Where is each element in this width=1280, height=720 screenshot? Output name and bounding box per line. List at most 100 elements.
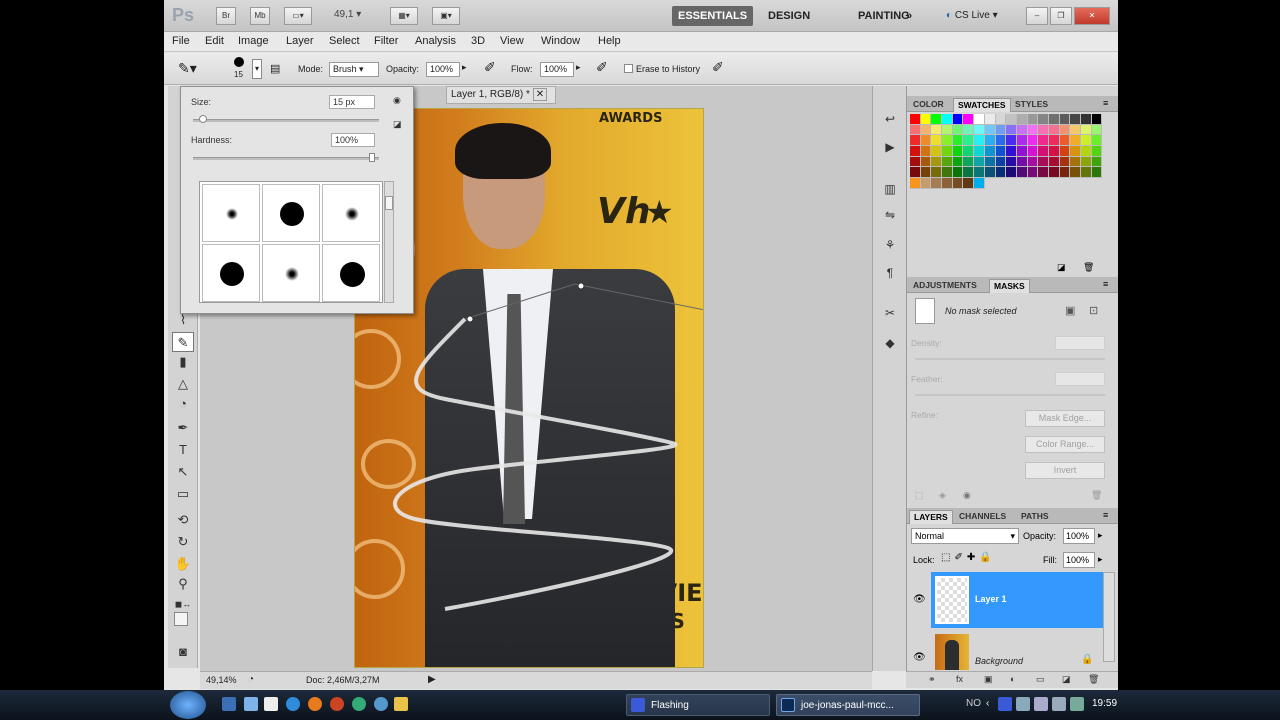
flow-field[interactable]: 100% — [540, 62, 574, 77]
menu-filter[interactable]: Filter — [374, 35, 398, 47]
color-swatch[interactable] — [1091, 135, 1103, 147]
tab-masks[interactable]: MASKS — [989, 279, 1030, 293]
color-swatch[interactable] — [952, 156, 964, 168]
brush-presets-icon[interactable]: ▥ — [881, 180, 899, 198]
preset-soft-large[interactable] — [262, 244, 320, 302]
3d-orbit-tool-icon[interactable]: ↻ — [172, 532, 194, 552]
actions-icon[interactable]: ▶ — [881, 138, 899, 156]
color-swatch[interactable] — [1016, 167, 1028, 179]
menu-3d[interactable]: 3D — [471, 35, 485, 47]
color-swatch[interactable] — [1016, 135, 1028, 147]
tab-layers[interactable]: LAYERS — [909, 510, 953, 524]
color-swatch[interactable] — [1038, 167, 1049, 179]
preset-soft-medium[interactable] — [322, 184, 380, 242]
fill-dropdown-icon[interactable]: ▸ — [1098, 554, 1103, 565]
color-swatch[interactable] — [963, 178, 975, 189]
color-swatch[interactable] — [1006, 114, 1017, 125]
color-swatch[interactable] — [910, 156, 921, 168]
feather-slider[interactable] — [915, 394, 1105, 396]
color-swatch[interactable] — [1059, 135, 1071, 147]
color-swatch[interactable] — [920, 167, 932, 179]
brush-picker-toggle[interactable]: ▾ — [252, 59, 262, 79]
scrollbar-thumb[interactable] — [385, 196, 393, 210]
color-swatch[interactable] — [1081, 156, 1092, 168]
preset-scrollbar[interactable] — [384, 181, 394, 303]
color-swatch[interactable] — [974, 114, 985, 125]
color-swatch[interactable] — [1048, 114, 1060, 125]
tray-app-icon[interactable] — [998, 697, 1012, 711]
view-extras-icon[interactable]: ▭▾ — [284, 7, 312, 25]
color-swatch[interactable] — [1081, 146, 1092, 157]
start-button-icon[interactable] — [170, 691, 206, 719]
color-swatch[interactable] — [995, 156, 1007, 168]
quick-mask-icon[interactable]: ◙ — [172, 642, 194, 662]
zoom-status[interactable]: 49,14% — [206, 675, 237, 685]
preset-soft-small[interactable] — [202, 184, 260, 242]
color-swatch[interactable] — [1070, 135, 1081, 147]
color-swatch[interactable] — [1027, 114, 1039, 125]
preset-hard-large[interactable] — [202, 244, 260, 302]
path-selection-tool-icon[interactable]: ↖ — [172, 462, 194, 482]
color-swatch[interactable] — [1038, 124, 1049, 136]
color-swatch[interactable] — [1006, 156, 1017, 168]
color-swatch[interactable] — [952, 178, 964, 189]
tray-display-icon[interactable] — [1034, 697, 1048, 711]
density-field[interactable] — [1055, 336, 1105, 350]
add-mask-icon[interactable]: ▣ — [984, 674, 993, 685]
firefox-icon[interactable] — [308, 697, 322, 711]
tray-expand-icon[interactable]: ‹ — [986, 698, 989, 709]
history-icon[interactable]: ↩ — [881, 110, 899, 128]
type-tool-icon[interactable]: T — [172, 440, 194, 460]
pressure-opacity-icon[interactable]: ✐ — [484, 59, 496, 76]
color-swatch[interactable] — [984, 146, 996, 157]
color-swatch[interactable] — [1070, 124, 1081, 136]
color-swatch[interactable] — [1048, 167, 1060, 179]
taskbar-item-photoshop[interactable]: joe-jonas-paul-mcc... — [776, 694, 920, 716]
color-swatch[interactable] — [1091, 156, 1103, 168]
color-swatch[interactable] — [963, 146, 975, 157]
airbrush-icon[interactable]: ✐ — [596, 59, 608, 76]
color-swatch[interactable] — [963, 114, 975, 125]
panel-menu-icon[interactable]: ≡ — [1103, 279, 1108, 289]
foreground-color-swatch[interactable] — [174, 612, 188, 626]
color-swatch[interactable] — [1081, 135, 1092, 147]
menu-help[interactable]: Help — [598, 35, 621, 47]
feather-field[interactable] — [1055, 372, 1105, 386]
clock[interactable]: 19:59 — [1092, 698, 1117, 709]
layer-visibility-eye-icon[interactable]: 👁 — [913, 594, 926, 605]
color-swatch[interactable] — [931, 167, 943, 179]
color-swatch[interactable] — [984, 114, 996, 125]
color-range-button[interactable]: Color Range... — [1025, 436, 1105, 453]
color-swatch[interactable] — [931, 156, 943, 168]
menu-image[interactable]: Image — [238, 35, 269, 47]
close-button[interactable]: ✕ — [1074, 7, 1110, 25]
color-swatch[interactable] — [984, 135, 996, 147]
add-vector-mask-icon[interactable]: ⊡ — [1089, 304, 1098, 317]
workspace-design[interactable]: DESIGN — [762, 6, 816, 26]
tab-color[interactable]: COLOR — [909, 98, 948, 112]
size-slider-track[interactable] — [193, 119, 379, 122]
messenger-icon[interactable] — [374, 697, 388, 711]
color-swatch[interactable] — [1038, 156, 1049, 168]
eraser-tool-icon[interactable]: ✎ — [172, 332, 194, 352]
tray-volume-icon[interactable] — [1052, 697, 1066, 711]
color-swatch[interactable] — [1027, 124, 1039, 136]
toggle-mask-icon[interactable]: ◉ — [963, 490, 971, 501]
preset-hard-medium[interactable] — [262, 184, 320, 242]
tab-adjustments[interactable]: ADJUSTMENTS — [909, 279, 981, 293]
show-desktop-icon[interactable] — [222, 697, 236, 711]
new-layer-icon[interactable]: ◪ — [1062, 674, 1071, 685]
color-swatch[interactable] — [1091, 124, 1103, 136]
panel-menu-icon[interactable]: ≡ — [1103, 98, 1108, 108]
color-swatch[interactable] — [910, 167, 921, 179]
color-swatch[interactable] — [920, 178, 932, 189]
internet-explorer-icon[interactable] — [286, 697, 300, 711]
fill-field[interactable]: 100% — [1063, 552, 1095, 568]
size-field[interactable]: 15 px — [329, 95, 375, 109]
layer-opacity-field[interactable]: 100% — [1063, 528, 1095, 544]
color-swatch[interactable] — [974, 146, 985, 157]
blend-mode-select[interactable]: Normal ▾ — [911, 528, 1019, 544]
bridge-icon[interactable]: Br — [216, 7, 236, 25]
color-swatch[interactable] — [963, 156, 975, 168]
color-swatch[interactable] — [1081, 114, 1092, 125]
